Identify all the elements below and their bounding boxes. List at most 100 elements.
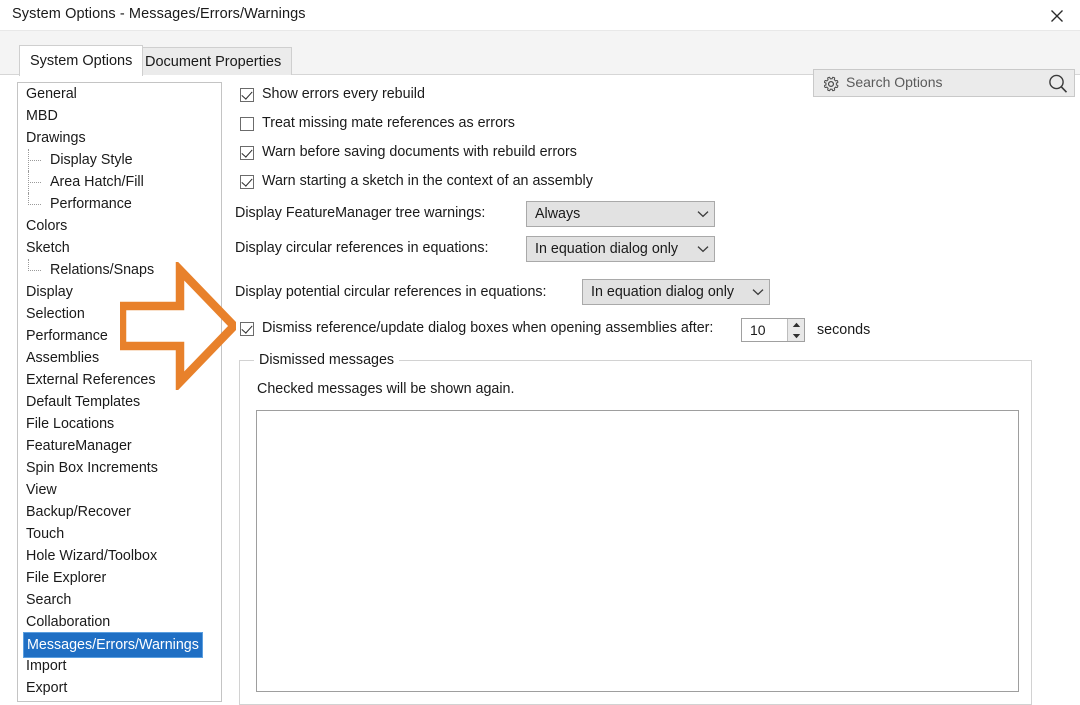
sidebar-item-view[interactable]: View xyxy=(18,479,221,501)
dropdown-display-featuremanager-tree-warnings[interactable]: Always xyxy=(526,201,715,227)
chevron-down-icon xyxy=(692,210,714,218)
checkbox-label-show-errors-every-rebuild: Show errors every rebuild xyxy=(262,86,425,102)
options-category-tree[interactable]: General MBD Drawings Display Style Area Hatc… xyxy=(17,82,222,702)
checkbox-label-treat-missing-mate-references: Treat missing mate references as errors xyxy=(262,115,515,131)
sidebar-item-label: File Locations xyxy=(26,416,115,432)
sidebar-item-selection[interactable]: Selection xyxy=(18,303,221,325)
checkbox-treat-missing-mate-references[interactable] xyxy=(240,117,254,131)
sidebar-item-label: Import xyxy=(26,658,67,674)
sidebar-item-label: Backup/Recover xyxy=(26,504,131,520)
sidebar-item-label: View xyxy=(26,482,57,498)
sidebar-item-import[interactable]: Import xyxy=(18,655,221,677)
sidebar-item-label: Search xyxy=(26,592,72,608)
sidebar-item-file-locations[interactable]: File Locations xyxy=(18,413,221,435)
tab-strip: System Options Document Properties Searc… xyxy=(0,31,1080,97)
sidebar-item-label: MBD xyxy=(26,108,58,124)
messages-errors-warnings-panel: Show errors every rebuild Treat missing … xyxy=(232,82,1072,705)
tab-document-properties-label: Document Properties xyxy=(145,53,282,70)
sidebar-item-label: Export xyxy=(26,680,68,696)
sidebar-item-featuremanager[interactable]: FeatureManager xyxy=(18,435,221,457)
sidebar-item-general[interactable]: General xyxy=(18,83,221,105)
dismissed-messages-caption: Checked messages will be shown again. xyxy=(257,381,515,397)
sidebar-item-export[interactable]: Export xyxy=(18,677,221,699)
sidebar-item-mbd[interactable]: MBD xyxy=(18,105,221,127)
spinner-down-button[interactable] xyxy=(788,330,804,341)
tab-system-options-label: System Options xyxy=(30,53,133,69)
checkbox-warn-before-saving[interactable] xyxy=(240,146,254,160)
checkbox-row-dismiss-reference-dialogs[interactable]: Dismiss reference/update dialog boxes wh… xyxy=(240,320,713,337)
sidebar-item-assemblies[interactable]: Assemblies xyxy=(18,347,221,369)
sidebar-item-area-hatch-fill[interactable]: Area Hatch/Fill xyxy=(18,171,221,193)
sidebar-item-label: Performance xyxy=(26,328,108,344)
checkbox-label-warn-before-saving: Warn before saving documents with rebuil… xyxy=(262,144,577,160)
sidebar-item-sketch[interactable]: Sketch xyxy=(18,237,221,259)
sidebar-item-label: Sketch xyxy=(26,240,70,256)
chevron-down-icon xyxy=(747,288,769,296)
sidebar-item-label: Colors xyxy=(26,218,68,234)
checkbox-row-warn-starting-sketch[interactable]: Warn starting a sketch in the context of… xyxy=(240,173,593,190)
sidebar-item-label: Collaboration xyxy=(26,614,111,630)
sidebar-item-performance[interactable]: Performance xyxy=(18,193,221,215)
sidebar-item-label: Display xyxy=(26,284,73,300)
system-options-dialog: System Options - Messages/Errors/Warning… xyxy=(0,0,1080,705)
dropdown-display-circular-references[interactable]: In equation dialog only xyxy=(526,236,715,262)
sidebar-item-hole-wizard-toolbox[interactable]: Hole Wizard/Toolbox xyxy=(18,545,221,567)
sidebar-item-label: File Explorer xyxy=(26,570,107,586)
dropdown-value-potential-circular-references: In equation dialog only xyxy=(591,284,735,300)
sidebar-item-default-templates[interactable]: Default Templates xyxy=(18,391,221,413)
tab-document-properties[interactable]: Document Properties xyxy=(134,47,293,75)
sidebar-item-file-explorer[interactable]: File Explorer xyxy=(18,567,221,589)
dropdown-display-potential-circular-references[interactable]: In equation dialog only xyxy=(582,279,770,305)
checkbox-show-errors-every-rebuild[interactable] xyxy=(240,88,254,102)
sidebar-item-drawings[interactable]: Drawings xyxy=(18,127,221,149)
checkbox-row-warn-before-saving[interactable]: Warn before saving documents with rebuil… xyxy=(240,144,577,161)
sidebar-item-label: Assemblies xyxy=(26,350,100,366)
sidebar-item-label: Selection xyxy=(26,306,85,322)
sidebar-item-relations-snaps[interactable]: Relations/Snaps xyxy=(18,259,221,281)
spinner-up-button[interactable] xyxy=(788,319,804,330)
sidebar-item-label: Hole Wizard/Toolbox xyxy=(26,548,158,564)
sidebar-item-display-style[interactable]: Display Style xyxy=(18,149,221,171)
sidebar-item-spin-box-increments[interactable]: Spin Box Increments xyxy=(18,457,221,479)
dropdown-value-circular-references: In equation dialog only xyxy=(535,241,679,257)
seconds-unit-label: seconds xyxy=(817,322,871,338)
seconds-spinner-value[interactable]: 10 xyxy=(742,319,787,341)
sidebar-item-label: Touch xyxy=(26,526,65,542)
close-icon xyxy=(1051,9,1063,22)
sidebar-item-performance[interactable]: Performance xyxy=(18,325,221,347)
seconds-spinner-buttons[interactable] xyxy=(787,319,804,341)
checkbox-warn-starting-sketch[interactable] xyxy=(240,175,254,189)
sidebar-item-label: General xyxy=(26,86,77,102)
title-bar: System Options - Messages/Errors/Warning… xyxy=(0,0,1080,31)
window-title: System Options - Messages/Errors/Warning… xyxy=(12,6,306,22)
sidebar-item-label: Relations/Snaps xyxy=(50,262,155,278)
checkbox-label-dismiss-reference-dialogs: Dismiss reference/update dialog boxes wh… xyxy=(262,320,714,336)
sidebar-item-label: Performance xyxy=(50,196,132,212)
sidebar-item-external-references[interactable]: External References xyxy=(18,369,221,391)
sidebar-item-colors[interactable]: Colors xyxy=(18,215,221,237)
dismissed-messages-listbox[interactable] xyxy=(256,410,1019,692)
sidebar-item-label: Spin Box Increments xyxy=(26,460,158,476)
sidebar-item-label: Area Hatch/Fill xyxy=(50,174,144,190)
label-display-circular-references: Display circular references in equations… xyxy=(235,240,489,256)
checkbox-label-warn-starting-sketch: Warn starting a sketch in the context of… xyxy=(262,173,593,189)
checkbox-row-show-errors-every-rebuild[interactable]: Show errors every rebuild xyxy=(240,86,425,103)
tab-system-options[interactable]: System Options xyxy=(19,45,144,76)
checkbox-row-treat-missing-mate-references[interactable]: Treat missing mate references as errors xyxy=(240,115,515,132)
sidebar-item-collaboration[interactable]: Collaboration xyxy=(18,611,221,633)
sidebar-item-label: Default Templates xyxy=(26,394,141,410)
seconds-spinner[interactable]: 10 xyxy=(741,318,805,342)
sidebar-item-search[interactable]: Search xyxy=(18,589,221,611)
sidebar-item-display[interactable]: Display xyxy=(18,281,221,303)
sidebar-item-label: Drawings xyxy=(26,130,86,146)
dropdown-value-featuremanager-tree-warnings: Always xyxy=(535,206,581,222)
label-display-potential-circular-references: Display potential circular references in… xyxy=(235,284,547,300)
checkbox-dismiss-reference-dialogs[interactable] xyxy=(240,322,254,336)
sidebar-item-touch[interactable]: Touch xyxy=(18,523,221,545)
dismissed-messages-group: Dismissed messages Checked messages will… xyxy=(239,352,1032,705)
chevron-down-icon xyxy=(692,245,714,253)
sidebar-item-label: Display Style xyxy=(50,152,133,168)
sidebar-item-backup-recover[interactable]: Backup/Recover xyxy=(18,501,221,523)
sidebar-item-messages-errors-warnings[interactable]: Messages/Errors/Warnings xyxy=(18,632,221,658)
close-button[interactable] xyxy=(1034,0,1080,31)
